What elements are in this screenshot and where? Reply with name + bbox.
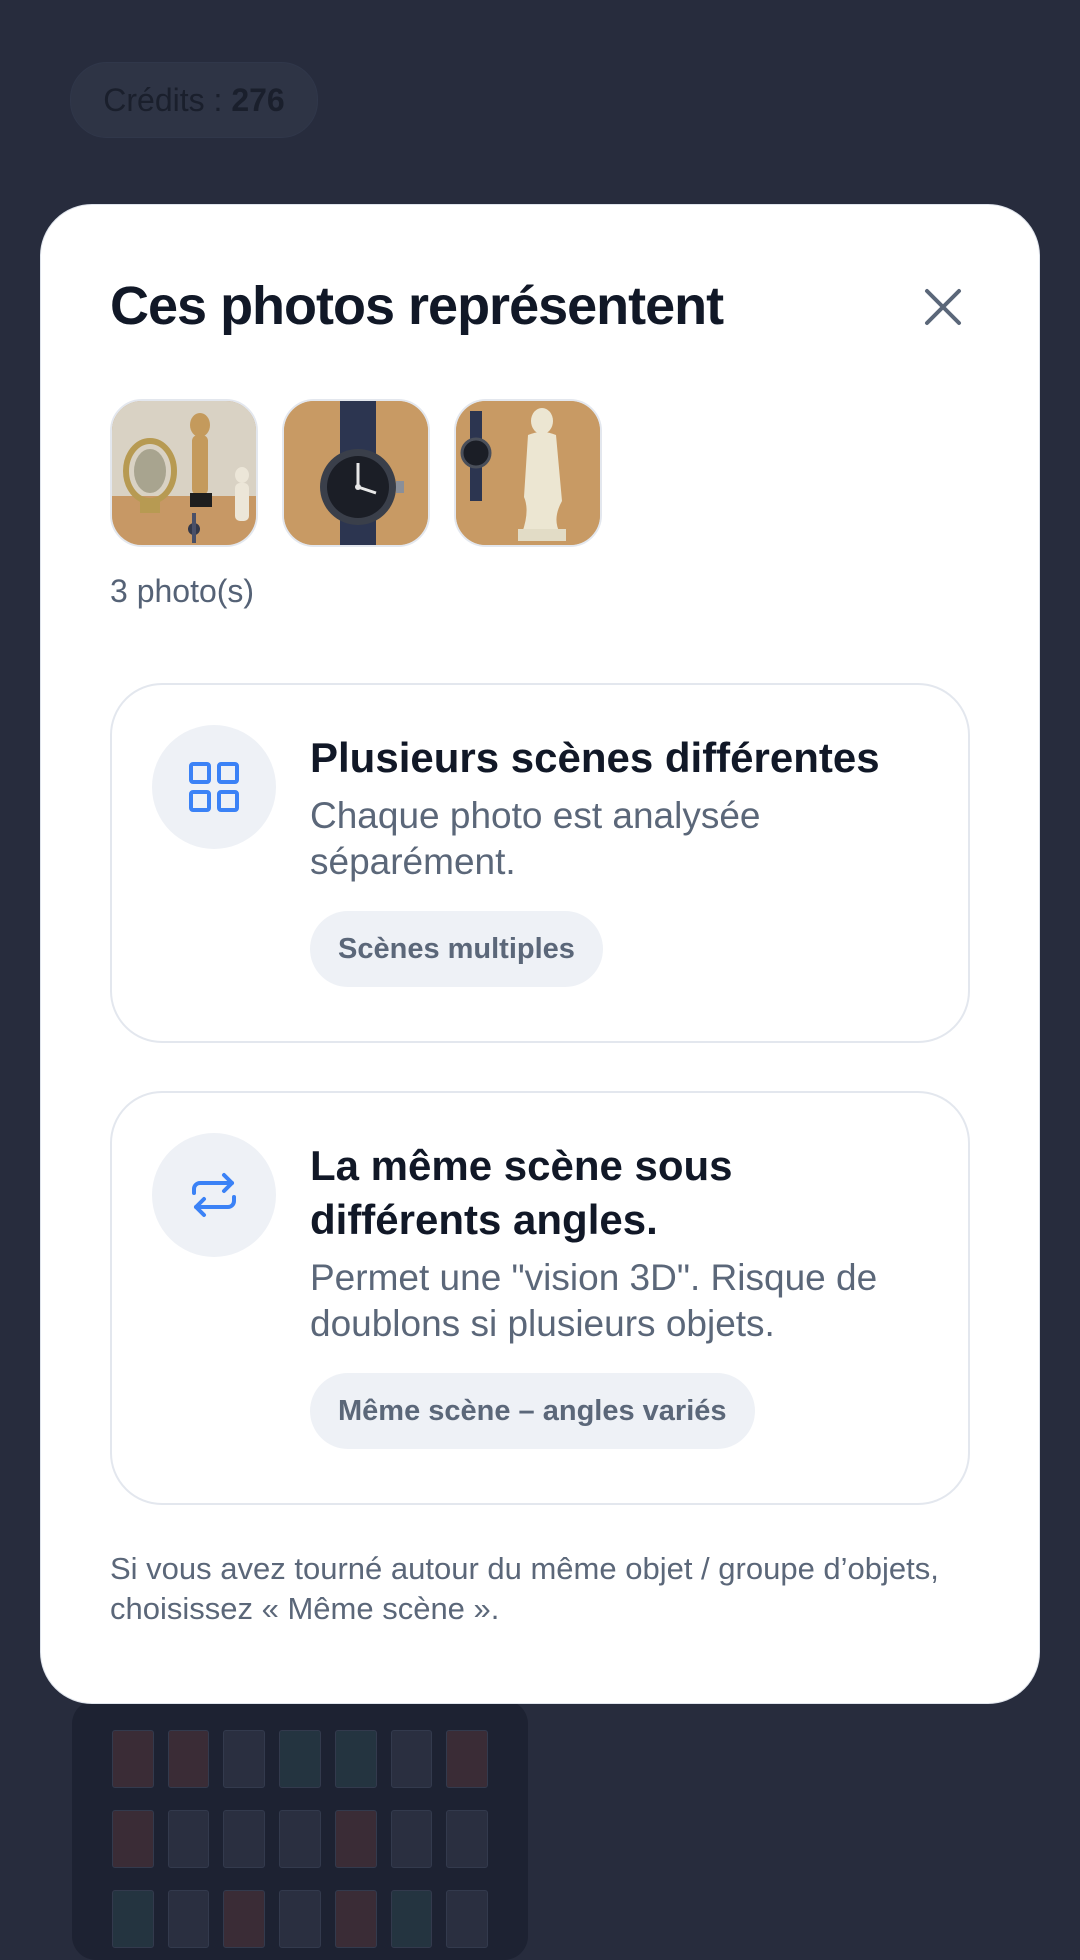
grid-icon [189,762,239,812]
option-icon-circle [152,725,276,849]
credits-value: 276 [231,82,285,118]
photo-thumbnail-1[interactable] [110,399,258,547]
dialog-title: Ces photos représentent [110,276,724,336]
photo-thumbnail-3[interactable] [454,399,602,547]
option-chip: Scènes multiples [310,911,603,987]
repeat-arrows-icon [192,1173,236,1217]
credits-label: Crédits : [103,82,232,118]
option-title: La même scène sous différents angles. [310,1142,733,1243]
option-description: Chaque photo est analysée séparément. [310,795,761,882]
close-icon [925,289,961,325]
photo-thumbnails [110,399,602,547]
credits-badge: Crédits : 276 [70,62,318,138]
background-photo-card [72,1700,528,1960]
hint-text: Si vous avez tourné autour du même objet… [110,1551,939,1626]
option-same-scene[interactable]: La même scène sous différents angles. Pe… [110,1091,970,1505]
option-multiple-scenes[interactable]: Plusieurs scènes différentes Chaque phot… [110,683,970,1043]
option-description: Permet une "vision 3D". Risque de doublo… [310,1257,878,1344]
photo-count: 3 photo(s) [110,573,255,609]
close-button[interactable] [911,275,975,339]
photo-thumbnail-2[interactable] [282,399,430,547]
option-chip: Même scène – angles variés [310,1373,755,1449]
option-title: Plusieurs scènes différentes [310,734,880,781]
scene-type-dialog: Ces photos représentent 3 photo(s) Plusi… [40,204,1040,1704]
stamp-album-image [112,1730,489,1960]
option-icon-circle [152,1133,276,1257]
